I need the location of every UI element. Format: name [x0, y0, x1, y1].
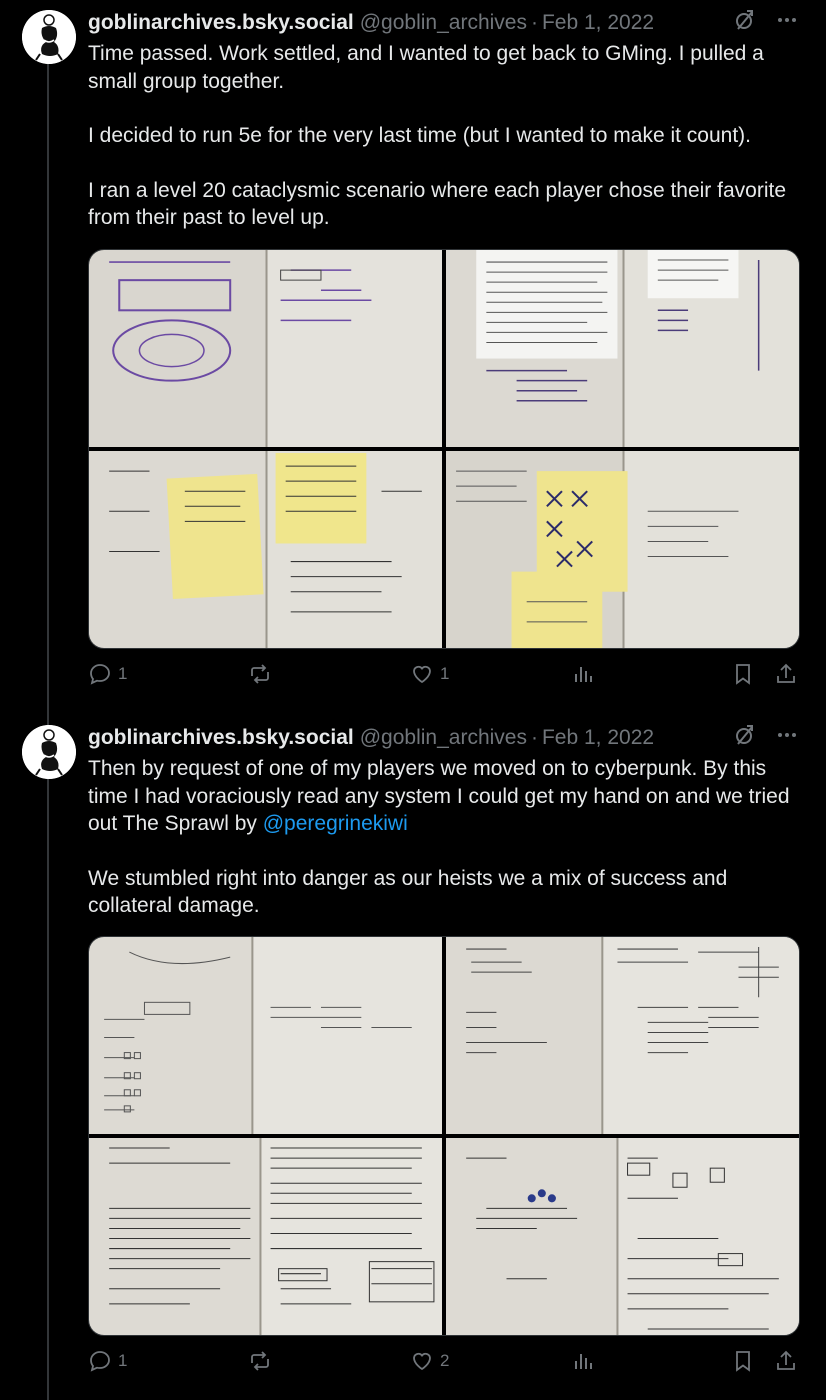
- post-1: goblinarchives.bsky.social @goblin_archi…: [0, 0, 826, 710]
- repost-icon: [251, 1351, 269, 1371]
- media-grid: [88, 249, 800, 649]
- post-text: Time passed. Work settled, and I wanted …: [88, 40, 798, 232]
- media-photo[interactable]: [89, 937, 442, 1134]
- bookmark-icon: [736, 1351, 750, 1372]
- post-paragraph: We stumbled right into danger as our hei…: [88, 866, 728, 918]
- separator: ·: [530, 11, 538, 34]
- post-header: goblinarchives.bsky.social @goblin_archi…: [88, 8, 654, 38]
- views-button[interactable]: [571, 1349, 595, 1373]
- reply-button[interactable]: 1: [88, 662, 127, 686]
- like-icon: [413, 1352, 431, 1371]
- media-photo[interactable]: [446, 1138, 799, 1335]
- media-photo[interactable]: [446, 937, 799, 1134]
- notebook-photo-icon: [446, 937, 799, 1134]
- reply-icon: [90, 1351, 110, 1372]
- display-name[interactable]: goblinarchives.bsky.social: [88, 726, 354, 750]
- share-button[interactable]: [774, 1349, 798, 1373]
- post-top-icons: [732, 8, 798, 32]
- media-photo[interactable]: [446, 451, 799, 648]
- post-header: goblinarchives.bsky.social @goblin_archi…: [88, 723, 654, 753]
- display-name[interactable]: goblinarchives.bsky.social: [88, 11, 354, 35]
- post-text: Then by request of one of my players we …: [88, 755, 798, 920]
- more-icon[interactable]: [776, 724, 798, 746]
- handle[interactable]: @goblin_archives: [360, 726, 527, 750]
- action-bar: 1 1: [88, 662, 800, 696]
- reply-icon: [90, 664, 110, 685]
- media-photo[interactable]: [89, 1138, 442, 1335]
- notebook-photo-icon: [446, 250, 799, 447]
- like-button[interactable]: 2: [410, 1349, 449, 1373]
- notebook-photo-icon: [446, 1138, 799, 1335]
- views-icon: [575, 667, 592, 682]
- like-icon: [413, 665, 431, 684]
- post-paragraph: Time passed. Work settled, and I wanted …: [88, 42, 764, 93]
- avatar[interactable]: [22, 10, 76, 64]
- repost-button[interactable]: [248, 662, 278, 686]
- notebook-photo-icon: [89, 451, 442, 648]
- bookmark-button[interactable]: [731, 662, 755, 686]
- post-paragraph: I ran a level 20 cataclysmic scenario wh…: [88, 178, 787, 230]
- reply-count: 1: [118, 664, 128, 683]
- notebook-photo-icon: [89, 1138, 442, 1335]
- reply-count: 1: [118, 1351, 128, 1370]
- post-top-icons: [732, 723, 798, 747]
- post-2: goblinarchives.bsky.social @goblin_archi…: [0, 715, 826, 1400]
- share-icon: [777, 1350, 795, 1370]
- media-photo[interactable]: [446, 250, 799, 447]
- repost-button[interactable]: [248, 1349, 278, 1373]
- bookmark-icon: [736, 664, 750, 685]
- post-date[interactable]: Feb 1, 2022: [542, 11, 654, 35]
- like-count: 1: [440, 664, 450, 683]
- media-photo[interactable]: [89, 451, 442, 648]
- notebook-photo-icon: [89, 937, 442, 1134]
- notebook-photo-icon: [89, 250, 442, 447]
- crosspost-icon[interactable]: [732, 723, 756, 747]
- separator: ·: [530, 726, 538, 749]
- notebook-photo-icon: [446, 451, 799, 648]
- action-bar: 1 2: [88, 1349, 800, 1383]
- reply-button[interactable]: 1: [88, 1349, 127, 1373]
- views-icon: [575, 1354, 592, 1369]
- repost-icon: [251, 664, 269, 684]
- media-photo[interactable]: [89, 250, 442, 447]
- post-paragraph: Then by request of one of my players we …: [88, 755, 798, 838]
- like-count: 2: [440, 1351, 450, 1370]
- views-button[interactable]: [571, 662, 595, 686]
- share-button[interactable]: [774, 662, 798, 686]
- bookmark-button[interactable]: [731, 1349, 755, 1373]
- share-icon: [777, 663, 795, 683]
- like-button[interactable]: 1: [410, 662, 449, 686]
- handle[interactable]: @goblin_archives: [360, 11, 527, 35]
- media-grid: [88, 936, 800, 1336]
- more-icon[interactable]: [776, 9, 798, 31]
- crosspost-icon[interactable]: [732, 8, 756, 32]
- paragraph-text: Then by request of one of my players we …: [88, 757, 790, 835]
- post-paragraph: I decided to run 5e for the very last ti…: [88, 124, 751, 147]
- post-date[interactable]: Feb 1, 2022: [542, 726, 654, 750]
- avatar[interactable]: [22, 725, 76, 779]
- mention-link[interactable]: @peregrinekiwi: [263, 812, 408, 835]
